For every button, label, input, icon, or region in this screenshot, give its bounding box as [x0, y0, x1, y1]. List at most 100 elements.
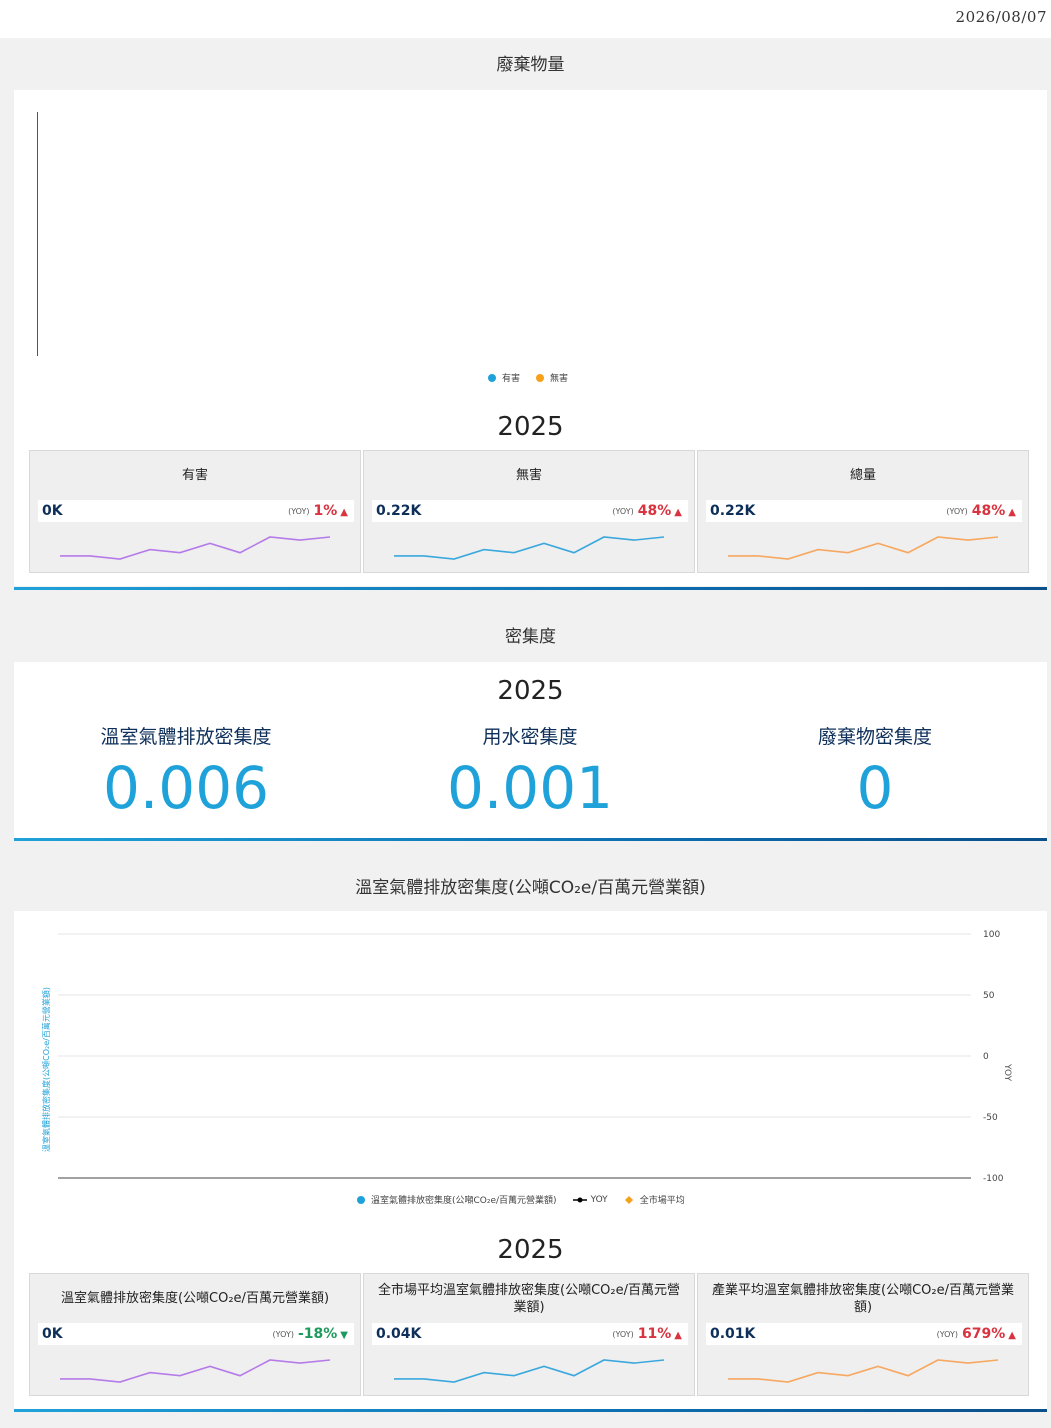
water-intensity-label: 用水密集度 — [482, 726, 578, 748]
kpi-value: 0K — [42, 1326, 63, 1342]
kpi-card: 有害 0K (YOY) 1% ▲ — [29, 450, 361, 573]
legend-dot-icon — [488, 373, 496, 382]
ghg-y-left-label: 溫室氣體排放密集度(公噸CO₂e/百萬元營業額) — [42, 987, 51, 1152]
kpi-yoy: (YOY) -18% ▼ — [273, 1326, 348, 1342]
kpi-value: 0.22K — [710, 503, 756, 519]
kpi-yoy-label: (YOY) — [946, 506, 968, 516]
kpi-value-row: 0K (YOY) 1% ▲ — [38, 500, 354, 522]
y2-tick-label: -50 — [983, 1113, 998, 1123]
kpi-yoy: (YOY) 679% ▲ — [937, 1326, 1016, 1342]
ghg-intensity-kpi: 溫室氣體排放密集度 0.006 — [16, 722, 356, 819]
kpi-value-row: 0K (YOY) -18% ▼ — [38, 1323, 354, 1345]
legend-label: 有害 — [502, 374, 521, 384]
kpi-title: 總量 — [849, 468, 876, 483]
kpi-yoy-value: 679% — [962, 1326, 1006, 1342]
section-divider — [14, 1409, 1047, 1412]
kpi-card: 產業平均溫室氣體排放密集度(公噸CO₂e/百萬元營業額) 0.01K (YOY) 67… — [697, 1273, 1029, 1396]
intensity-card: 2025 溫室氣體排放密集度 0.006 用水密集度 0.001 廢棄物密集度 … — [14, 662, 1047, 838]
kpi-title: 產業平均溫室氣體排放密集度(公噸CO₂e/百萬元營業額) — [712, 1283, 1014, 1315]
section-divider — [14, 587, 1047, 590]
kpi-sparkline — [394, 536, 665, 560]
kpi-yoy-label: (YOY) — [936, 1329, 959, 1339]
kpi-sparkline — [60, 1359, 331, 1383]
legend-item-hazardous[interactable]: 有害 — [488, 371, 520, 384]
kpi-sparkline — [394, 1359, 665, 1383]
triangle-up-icon: ▲ — [340, 507, 348, 518]
kpi-card: 溫室氣體排放密集度(公噸CO₂e/百萬元營業額) 0K (YOY) -18% ▼ — [29, 1273, 361, 1396]
y2-tick-label: 100 — [983, 930, 1000, 940]
ghg-section-title: 溫室氣體排放密集度(公噸CO₂e/百萬元營業額) — [355, 878, 706, 898]
ghg-intensity-value: 0.006 — [102, 754, 270, 822]
legend-diamond-icon — [624, 1195, 633, 1204]
kpi-card: 全市場平均溫室氣體排放密集度(公噸CO₂e/百萬元營業額) 0.04K (YOY) 1… — [363, 1273, 695, 1396]
waste-intensity-label: 廢棄物密集度 — [817, 726, 932, 748]
kpi-value: 0K — [42, 503, 63, 519]
kpi-value: 0.01K — [710, 1326, 756, 1342]
legend-label: YOY — [590, 1194, 608, 1205]
kpi-yoy-label: (YOY) — [612, 506, 634, 516]
kpi-card: 無害 0.22K (YOY) 48% ▲ — [363, 450, 695, 573]
sparkline-path — [60, 1359, 331, 1383]
kpi-yoy: (YOY) 48% ▲ — [946, 503, 1016, 519]
legend-item-nonhazardous[interactable]: 無害 — [536, 371, 568, 384]
kpi-value: 0.22K — [376, 503, 422, 519]
triangle-up-icon: ▲ — [674, 507, 682, 518]
sparkline-path — [60, 536, 331, 560]
ghg-intensity-label: 溫室氣體排放密集度 — [100, 726, 272, 748]
kpi-yoy-value: -18% — [297, 1326, 338, 1342]
kpi-yoy-label: (YOY) — [288, 506, 310, 516]
water-intensity-kpi: 用水密集度 0.001 — [360, 722, 700, 819]
sparkline-path — [728, 1359, 999, 1383]
water-intensity-value: 0.001 — [446, 754, 614, 822]
kpi-value-row: 0.22K (YOY) 48% ▲ — [706, 500, 1022, 522]
legend-label: 全市場平均 — [639, 1196, 685, 1206]
kpi-title: 無害 — [515, 468, 542, 483]
waste-year: 2025 — [497, 412, 564, 442]
kpi-yoy-value: 48% — [971, 503, 1006, 519]
legend-item-market-avg[interactable]: 全市場平均 — [624, 1193, 685, 1206]
legend-item-ghg[interactable]: 溫室氣體排放密集度(公噸CO₂e/百萬元營業額) — [357, 1193, 557, 1206]
section-divider — [14, 838, 1047, 841]
report-date: 2026/08/07 — [955, 8, 1047, 26]
sparkline-path — [394, 536, 665, 560]
kpi-yoy: (YOY) 48% ▲ — [612, 503, 682, 519]
kpi-value: 0.04K — [376, 1326, 422, 1342]
kpi-sparkline — [60, 536, 331, 560]
triangle-down-icon: ▼ — [340, 1330, 348, 1341]
ghg-legend: 溫室氣體排放密集度(公噸CO₂e/百萬元營業額) YOY 全市場平均 — [357, 1193, 701, 1206]
intensity-section-title: 密集度 — [505, 627, 556, 647]
legend-label: 無害 — [550, 374, 569, 384]
legend-label: 溫室氣體排放密集度(公噸CO₂e/百萬元營業額) — [371, 1196, 557, 1206]
legend-item-yoy[interactable]: YOY — [572, 1194, 608, 1205]
kpi-value-row: 0.22K (YOY) 48% ▲ — [372, 500, 688, 522]
waste-chart-axis — [37, 112, 38, 356]
ghg-y-right-label: YOY — [1002, 1064, 1012, 1082]
triangle-up-icon: ▲ — [1008, 507, 1016, 518]
triangle-up-icon: ▲ — [1008, 1330, 1016, 1341]
kpi-sparkline — [728, 1359, 999, 1383]
y2-tick-label: -100 — [983, 1174, 1004, 1184]
sparkline-path — [394, 1359, 665, 1383]
kpi-yoy-label: (YOY) — [612, 1329, 634, 1339]
legend-dot-icon — [536, 373, 545, 382]
legend-line-icon — [572, 1197, 587, 1202]
triangle-up-icon: ▲ — [674, 1330, 682, 1341]
legend-dot-icon — [357, 1195, 365, 1204]
waste-legend: 有害 無害 — [488, 371, 584, 384]
waste-section-title: 廢棄物量 — [496, 55, 565, 75]
waste-intensity-kpi: 廢棄物密集度 0 — [705, 722, 1045, 819]
waste-intensity-value: 0 — [856, 754, 894, 822]
kpi-yoy: (YOY) 1% ▲ — [288, 503, 348, 519]
kpi-value-row: 0.01K (YOY) 679% ▲ — [706, 1323, 1022, 1345]
kpi-title: 全市場平均溫室氣體排放密集度(公噸CO₂e/百萬元營業額) — [378, 1283, 680, 1315]
kpi-sparkline — [728, 536, 999, 560]
intensity-year: 2025 — [497, 676, 564, 706]
kpi-yoy-value: 48% — [637, 503, 672, 519]
kpi-yoy-value: 1% — [313, 503, 338, 519]
ghg-chart: 100 50 0 -50 -100 — [58, 930, 1004, 1184]
y2-tick-label: 50 — [983, 991, 995, 1001]
kpi-yoy-value: 11% — [637, 1326, 672, 1342]
kpi-title: 有害 — [181, 468, 208, 483]
y2-tick-label: 0 — [983, 1052, 989, 1062]
ghg-year: 2025 — [497, 1235, 564, 1265]
